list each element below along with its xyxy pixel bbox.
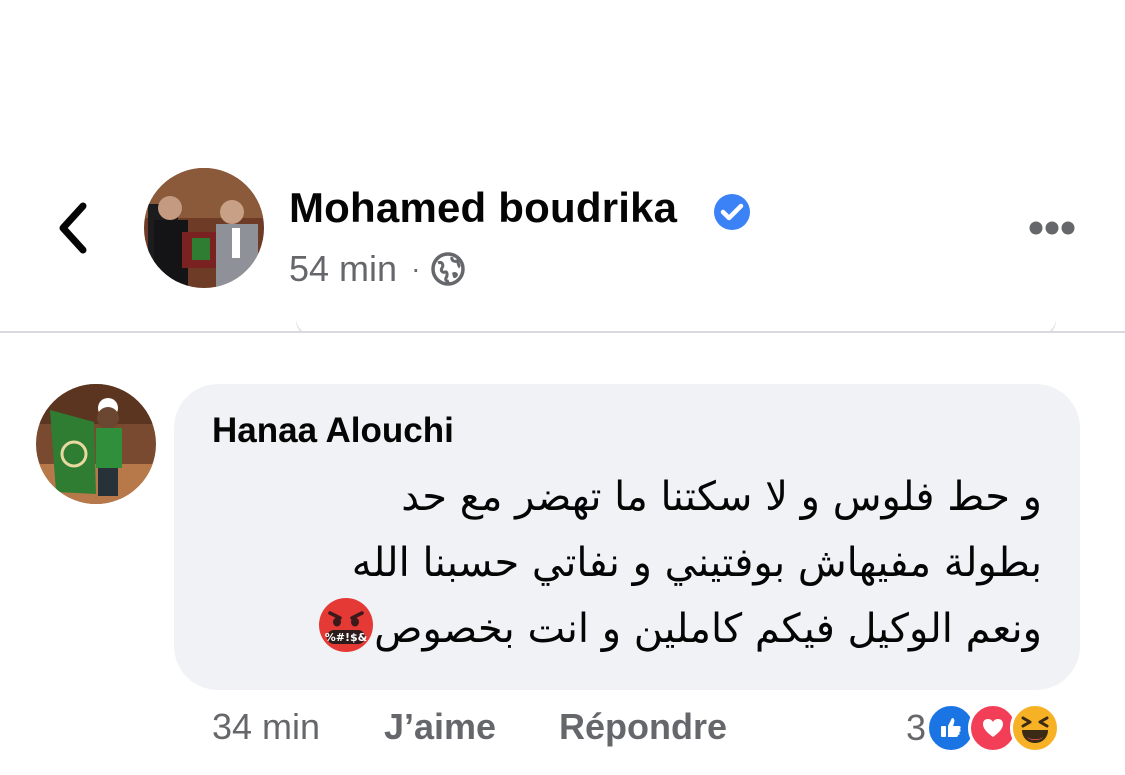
comment-line: بطولة مفيهاش بوفتيني و نفاتي حسبنا الله — [351, 540, 1042, 586]
comment-line: ونعم الوكيل فيكم كاملين و انت بخصوص — [374, 606, 1042, 652]
reaction-summary[interactable]: 3 — [906, 702, 1061, 754]
emoji-symbols: &$!#% — [325, 631, 368, 644]
meta-separator: · — [411, 253, 421, 284]
face-with-symbols-on-mouth-emoji: &$!#% — [318, 597, 374, 653]
more-options-button[interactable] — [1020, 208, 1084, 248]
comment-line: و حط فلوس و لا سكتنا ما تهضر مع حد — [401, 474, 1042, 520]
post-age[interactable]: 54 min — [289, 248, 397, 290]
comment-line-with-emoji: ونعم الوكيل فيكم كاملين و انت بخصوص &$!#… — [212, 596, 1042, 662]
reaction-count: 3 — [906, 707, 927, 748]
commenter-avatar[interactable] — [36, 384, 156, 504]
haha-reaction-icon — [1010, 703, 1061, 753]
globe-icon — [431, 252, 466, 286]
commenter-name[interactable]: Hanaa Alouchi — [212, 411, 454, 451]
comment-time: 34 min — [212, 706, 321, 747]
comment-text: و حط فلوس و لا سكتنا ما تهضر مع حد بطولة… — [212, 464, 1042, 662]
post-header: Mohamed boudrika 54 min · — [0, 0, 1125, 332]
comment-actions: 34 min J’aime Répondre — [212, 706, 727, 748]
like-button[interactable]: J’aime — [384, 706, 559, 748]
reply-button[interactable]: Répondre — [559, 706, 727, 748]
back-button[interactable] — [48, 200, 96, 256]
author-name[interactable]: Mohamed boudrika — [289, 184, 677, 232]
chevron-left-icon — [59, 202, 87, 254]
verified-badge-icon — [713, 193, 751, 231]
more-options-icon — [1029, 221, 1075, 235]
author-avatar[interactable] — [144, 168, 264, 288]
post-meta: 54 min · — [289, 248, 466, 290]
